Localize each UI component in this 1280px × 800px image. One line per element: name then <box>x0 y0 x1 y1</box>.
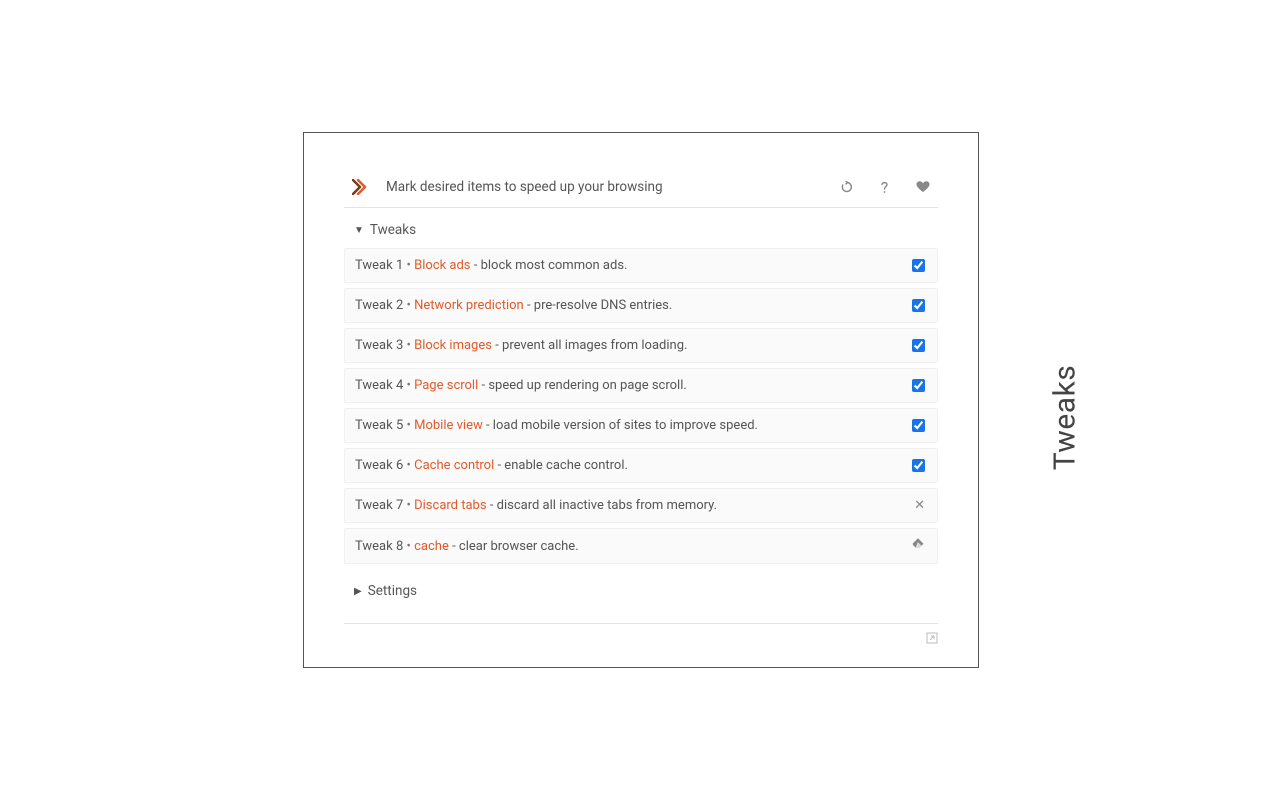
tweak-name: Page scroll <box>414 378 478 393</box>
tweak-name: Network prediction <box>414 298 524 313</box>
tweak-prefix: Tweak 2 <box>355 298 403 313</box>
tweak-checkbox[interactable] <box>912 379 925 392</box>
tweak-row: Tweak 5 • Mobile view - load mobile vers… <box>344 408 938 443</box>
tweak-name: Block ads <box>414 258 470 273</box>
disclosure-right-icon: ▶ <box>354 586 362 597</box>
extension-popup-panel: Mark desired items to speed up your brow… <box>303 132 979 668</box>
side-title: Tweaks <box>1047 365 1082 471</box>
tweak-prefix: Tweak 3 <box>355 338 403 353</box>
help-icon[interactable] <box>878 180 892 194</box>
tweak-desc: discard all inactive tabs from memory. <box>497 498 717 513</box>
tweak-desc: pre-resolve DNS entries. <box>534 298 673 313</box>
tweak-prefix: Tweak 7 <box>355 498 403 513</box>
tweak-row: Tweak 8 • cache - clear browser cache. <box>344 528 938 564</box>
tweak-checkbox[interactable] <box>912 459 925 472</box>
settings-section-label: Settings <box>368 583 417 599</box>
tweak-desc: prevent all images from loading. <box>502 338 687 353</box>
settings-section-header[interactable]: ▶ Settings <box>344 569 938 609</box>
tweak-prefix: Tweak 6 <box>355 458 403 473</box>
tweak-name: Mobile view <box>414 418 483 433</box>
tweak-row: Tweak 4 • Page scroll - speed up renderi… <box>344 368 938 403</box>
tweak-row: Tweak 7 • Discard tabs - discard all ina… <box>344 488 938 523</box>
tweak-prefix: Tweak 8 <box>355 539 403 554</box>
tweak-row: Tweak 6 • Cache control - enable cache c… <box>344 448 938 483</box>
app-logo-icon <box>352 179 372 195</box>
header-subtitle: Mark desired items to speed up your brow… <box>386 179 840 195</box>
disclosure-down-icon: ▼ <box>354 225 364 236</box>
tweaks-list: Tweak 1 • Block ads - block most common … <box>344 248 938 564</box>
tweak-prefix: Tweak 1 <box>355 258 403 273</box>
tweak-row: Tweak 2 • Network prediction - pre-resol… <box>344 288 938 323</box>
tweak-desc: speed up rendering on page scroll. <box>488 378 686 393</box>
tweak-row: Tweak 3 • Block images - prevent all ima… <box>344 328 938 363</box>
tweak-desc: block most common ads. <box>481 258 628 273</box>
tweak-desc: enable cache control. <box>504 458 628 473</box>
tweaks-section-label: Tweaks <box>370 222 416 238</box>
tweak-name: Cache control <box>414 458 494 473</box>
expand-window-icon[interactable] <box>926 632 938 647</box>
header-row: Mark desired items to speed up your brow… <box>344 173 938 208</box>
tweak-name: cache <box>414 539 449 554</box>
footer-row <box>344 623 938 647</box>
tweak-desc: load mobile version of sites to improve … <box>493 418 758 433</box>
tweaks-section-header[interactable]: ▼ Tweaks <box>344 208 938 248</box>
tweak-name: Block images <box>414 338 492 353</box>
tweak-prefix: Tweak 4 <box>355 378 403 393</box>
tweak-desc: clear browser cache. <box>459 539 579 554</box>
tweak-checkbox[interactable] <box>912 299 925 312</box>
refresh-icon[interactable] <box>840 180 854 194</box>
heart-icon[interactable] <box>916 180 930 194</box>
tweak-name: Discard tabs <box>414 498 486 513</box>
tweak-checkbox[interactable] <box>912 419 925 432</box>
tweak-prefix: Tweak 5 <box>355 418 403 433</box>
tweak-row: Tweak 1 • Block ads - block most common … <box>344 248 938 283</box>
tweak-checkbox[interactable] <box>912 259 925 272</box>
tweak-checkbox[interactable] <box>912 339 925 352</box>
close-icon[interactable]: ✕ <box>914 499 925 512</box>
eraser-icon[interactable] <box>912 538 925 554</box>
